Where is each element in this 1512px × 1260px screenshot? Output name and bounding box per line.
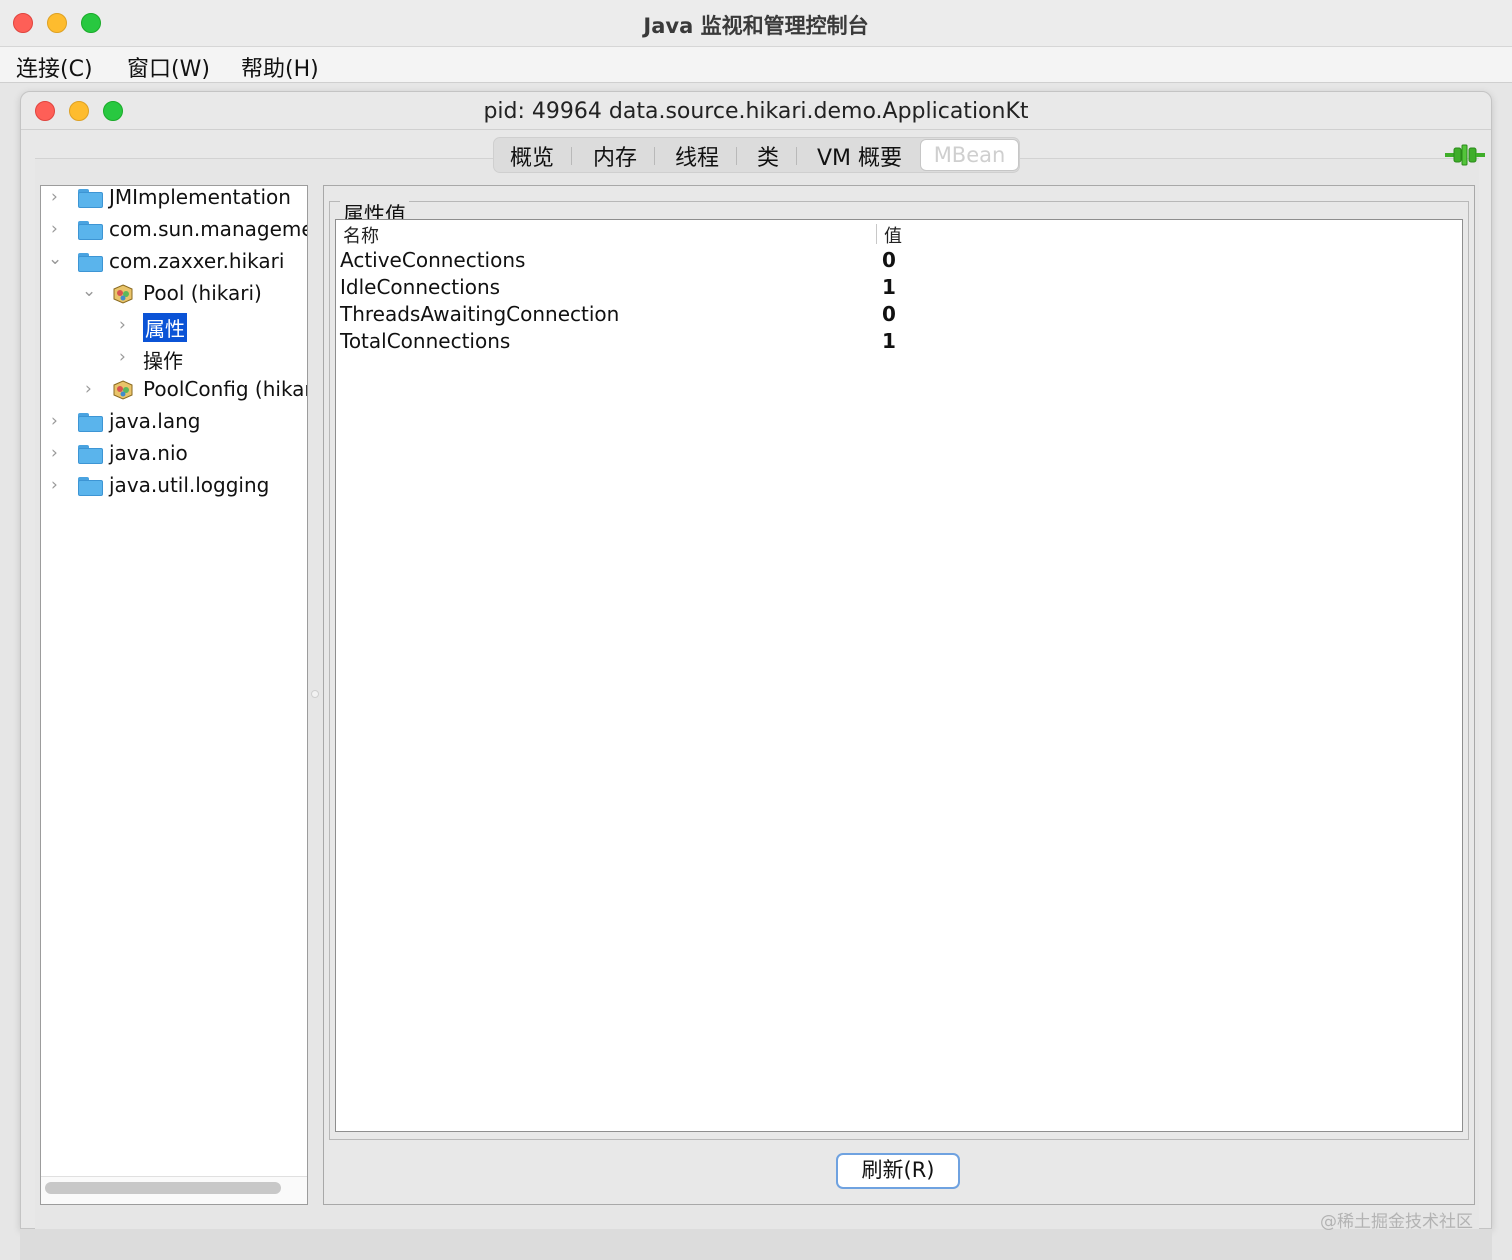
attributes-table[interactable]: 名称 值 ActiveConnections 0 IdleConnections… [335,219,1463,1132]
tree-node-com-sun-management[interactable]: › com.sun.manageme [41,215,307,245]
chevron-right-icon[interactable]: › [51,411,58,431]
tree-node-jmimplementation[interactable]: › JMImplementation [41,185,307,213]
tab-separator [571,147,572,165]
attribute-value: 1 [882,329,896,353]
chevron-right-icon[interactable]: › [119,315,126,335]
tree-node-label: com.zaxxer.hikari [109,249,285,273]
tab-vm-summary[interactable]: VM 概要 [817,140,902,172]
tree-node-poolconfig[interactable]: › PoolConfig (hikar [41,375,307,405]
refresh-button[interactable]: 刷新(R) [836,1153,960,1189]
tree-node-label: 属性 [143,313,187,342]
tab-separator [796,147,797,165]
app-titlebar: Java 监视和管理控制台 [0,0,1512,47]
tab-memory[interactable]: 内存 [593,140,637,172]
window-bottom-strip [20,1229,1492,1260]
attribute-name: TotalConnections [340,329,511,353]
tree-node-label: JMImplementation [109,185,291,209]
connected-plug-icon [1445,144,1485,166]
tree-node-com-zaxxer-hikari[interactable]: ⌄ com.zaxxer.hikari [41,247,307,277]
tree-scrollbar-thumb[interactable] [45,1182,281,1194]
attribute-value: 0 [882,248,896,272]
tree-node-java-nio[interactable]: › java.nio [41,439,307,469]
attributes-panel: 属性值 名称 值 ActiveConnections 0 IdleConnect… [323,185,1475,1205]
menu-window[interactable]: 窗口(W) [127,51,210,83]
folder-icon [78,221,103,240]
chevron-down-icon[interactable]: ⌄ [48,249,62,269]
attribute-values-group: 属性值 名称 值 ActiveConnections 0 IdleConnect… [329,199,1469,1140]
chevron-right-icon[interactable]: › [51,475,58,495]
tree-node-label: 操作 [143,349,183,373]
tab-separator [654,147,655,165]
attribute-name: ThreadsAwaitingConnection [340,302,620,326]
menu-help[interactable]: 帮助(H) [241,51,319,83]
tab-separator [736,147,737,165]
bean-icon [113,380,133,400]
tab-classes[interactable]: 类 [757,140,779,172]
chevron-right-icon[interactable]: › [85,379,92,399]
attribute-name: IdleConnections [340,275,501,299]
tree-node-java-util-logging[interactable]: › java.util.logging [41,471,307,501]
connection-titlebar: pid: 49964 data.source.hikari.demo.Appli… [21,92,1491,130]
chevron-down-icon[interactable]: ⌄ [82,281,96,301]
app-title: Java 监视和管理控制台 [643,14,869,38]
tree-node-java-lang[interactable]: › java.lang [41,407,307,437]
menu-connect[interactable]: 连接(C) [16,51,93,83]
chevron-right-icon[interactable]: › [51,187,58,207]
tree-node-label: Pool (hikari) [143,281,262,305]
split-pane-handle[interactable] [311,690,319,698]
tree-node-label: com.sun.manageme [109,217,308,241]
tree-node-label: java.nio [109,441,188,465]
attribute-name: ActiveConnections [340,248,526,272]
tab-mbean[interactable]: MBean [920,139,1019,171]
chevron-right-icon[interactable]: › [119,347,126,367]
tab-bar: 概览 内存 线程 类 VM 概要 MBean [493,137,1020,173]
folder-icon [78,253,103,272]
folder-icon [78,189,103,208]
menu-bar: 连接(C) 窗口(W) 帮助(H) [0,47,1512,83]
folder-icon [78,413,103,432]
attribute-value: 0 [882,302,896,326]
tab-threads[interactable]: 线程 [675,140,719,172]
connection-title: pid: 49964 data.source.hikari.demo.Appli… [483,99,1029,124]
watermark: @稀土掘金技术社区 [1320,1212,1473,1232]
mbean-tree[interactable]: › JMImplementation › com.sun.manageme ⌄ … [40,185,308,1205]
connection-window: pid: 49964 data.source.hikari.demo.Appli… [20,91,1492,1230]
bean-icon [113,284,133,304]
tab-overview[interactable]: 概览 [510,140,554,172]
column-header-value[interactable]: 值 [884,222,902,248]
column-header-name[interactable]: 名称 [343,222,379,248]
tree-node-label: java.util.logging [109,473,270,497]
attribute-value: 1 [882,275,896,299]
column-divider[interactable] [876,224,877,244]
tree-node-attributes[interactable]: › 属性 [41,311,307,342]
chevron-right-icon[interactable]: › [51,443,58,463]
folder-icon [78,477,103,496]
folder-icon [78,445,103,464]
tree-node-operations[interactable]: › 操作 [41,343,307,373]
chevron-right-icon[interactable]: › [51,219,58,239]
tree-node-label: PoolConfig (hikar [143,377,308,401]
tree-node-pool-hikari[interactable]: ⌄ Pool (hikari) [41,279,307,309]
tree-node-label: java.lang [109,409,201,433]
